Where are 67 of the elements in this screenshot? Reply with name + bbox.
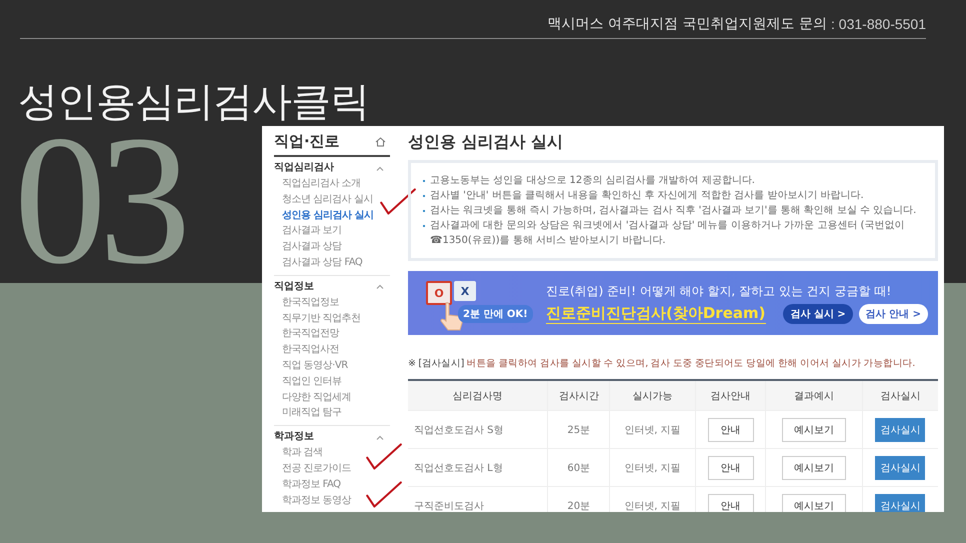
answer-card: X bbox=[454, 281, 476, 301]
table-cell: 구직준비도검사 bbox=[408, 486, 548, 512]
sidebar-item[interactable]: 전공 진로가이드 bbox=[274, 460, 390, 477]
sidebar-item[interactable]: 한국직업전망 bbox=[274, 326, 390, 342]
table-cell: 인터넷, 지필 bbox=[610, 410, 696, 448]
guide-button[interactable]: 안내 bbox=[708, 494, 754, 512]
sidebar-item[interactable]: 한국직업사전 bbox=[274, 342, 390, 358]
table-cell: 인터넷, 지필 bbox=[610, 448, 696, 486]
sidebar-item[interactable]: 다양한 직업세계 bbox=[274, 390, 390, 406]
chevron-up-icon[interactable] bbox=[376, 166, 384, 170]
sidebar-section-title[interactable]: 학과정보 bbox=[274, 429, 314, 446]
info-text: 검사는 워크넷을 통해 즉시 가능하며, 검사결과는 검사 직후 '검사결과 보기'를 통해 확인해 보실 수 있습니다. bbox=[430, 204, 916, 218]
info-text: 고용노동부는 성인을 대상으로 12종의 심리검사를 개발하여 제공합니다. bbox=[430, 174, 755, 188]
sidebar-item[interactable]: 직업 동영상·VR bbox=[274, 358, 390, 374]
sidebar-item[interactable]: 검사결과 상담 bbox=[274, 239, 390, 255]
answer-card: O bbox=[426, 281, 452, 305]
phone-number: : 031-880-5501 bbox=[831, 16, 926, 32]
sidebar-item[interactable]: 학과정보 FAQ bbox=[274, 476, 390, 493]
column-header: 검사안내 bbox=[695, 380, 766, 410]
notice-text: ※ [검사실시] 버튼을 클릭하여 검사를 실시할 수 있으며, 검사 도중 중단되어도 당일에 한해 이어서 실시가 가능합니다. bbox=[408, 357, 916, 370]
table-cell: 20분 bbox=[548, 486, 610, 512]
sidebar-item[interactable]: 직무기반 직업추천 bbox=[274, 310, 390, 326]
speech-bubble: 2분 만에 OK! bbox=[458, 305, 533, 323]
start-test-button[interactable]: 검사 실시 > bbox=[783, 304, 853, 324]
column-header: 검사시간 bbox=[548, 380, 610, 410]
page-title: 성인용 심리검사 실시 bbox=[408, 132, 564, 153]
table-cell: 직업선호도검사 S형 bbox=[408, 410, 548, 448]
column-header: 결과예시 bbox=[766, 380, 862, 410]
sidebar-section-title[interactable]: 직업심리검사 bbox=[274, 160, 334, 176]
table-cell: 60분 bbox=[548, 448, 610, 486]
sidebar-item[interactable]: 청소년 심리검사 실시 bbox=[274, 192, 390, 208]
guide-button[interactable]: 안내 bbox=[708, 456, 754, 480]
sidebar-item[interactable]: 검사결과 보기 bbox=[274, 223, 390, 240]
sidebar-item[interactable]: 한국직업정보 bbox=[274, 294, 390, 311]
start-test-button[interactable]: 검사실시 bbox=[875, 418, 926, 442]
chevron-up-icon[interactable] bbox=[376, 434, 384, 440]
sidebar-item[interactable]: 직업인 인터뷰 bbox=[274, 374, 390, 390]
example-button[interactable]: 예시보기 bbox=[782, 418, 846, 442]
start-test-button[interactable]: 검사실시 bbox=[875, 494, 926, 512]
sidebar-title: 직업·진로 bbox=[274, 132, 340, 151]
table-cell: 인터넷, 지필 bbox=[610, 486, 696, 512]
sidebar-item[interactable]: 검사결과 상담 FAQ bbox=[274, 254, 390, 271]
test-guide-button[interactable]: 검사 안내 > bbox=[858, 304, 928, 324]
example-button[interactable]: 예시보기 bbox=[782, 494, 846, 512]
table-cell: 25분 bbox=[548, 410, 610, 448]
sidebar-section-title[interactable]: 직업정보 bbox=[274, 278, 314, 295]
start-test-button[interactable]: 검사실시 bbox=[875, 456, 926, 480]
guide-button[interactable]: 안내 bbox=[708, 418, 754, 442]
info-text: 검사결과에 대한 문의와 상담은 워크넷에서 '검사결과 상담' 메뉴를 이용하거나 가까운 고용센터 (국번없이 ☎1350(유료))를 통해 서비스 받아보시기 바랍니다. bbox=[430, 219, 906, 248]
table-cell: 직업선호도검사 L형 bbox=[408, 448, 548, 486]
column-header: 실시가능 bbox=[610, 380, 696, 410]
chevron-up-icon[interactable] bbox=[376, 284, 384, 290]
column-header: 심리검사명 bbox=[408, 380, 548, 410]
sidebar-item[interactable]: 학과 검색 bbox=[274, 445, 390, 461]
slide-title: 성인용심리검사클릭 bbox=[18, 78, 370, 127]
info-text: 검사별 '안내' 버튼을 클릭해서 내용을 확인하신 후 자신에게 적합한 검사를 받아보시기 바랍니다. bbox=[430, 189, 864, 203]
column-header: 검사실시 bbox=[862, 380, 938, 410]
sidebar-item[interactable]: 성인용 심리검사 실시 bbox=[274, 208, 390, 224]
example-button[interactable]: 예시보기 bbox=[782, 456, 846, 480]
banner-title[interactable]: 진로준비진단검사(찾아Dream) bbox=[546, 304, 766, 324]
sidebar-item[interactable]: 직업심리검사 소개 bbox=[274, 176, 390, 192]
contact-text: 맥시머스 여주대지점 국민취업지원제도 문의 bbox=[548, 14, 828, 32]
promo-banner[interactable]: O X 2분 만에 OK! 진로(취업) 준비! 어떻게 해야 할지, 잘하고 있는 건지 궁금할 때! 진로준비진단검사(찾아Dream) 검사 실시 > 검사 안내 > bbox=[408, 271, 938, 335]
home-icon[interactable] bbox=[375, 136, 386, 146]
banner-headline: 진로(취업) 준비! 어떻게 해야 할지, 잘하고 있는 건지 궁금할 때! bbox=[546, 282, 892, 300]
sidebar-item[interactable]: 미래직업 탐구 bbox=[274, 405, 390, 422]
sidebar-item[interactable]: 학과정보 동영상 bbox=[274, 492, 390, 508]
